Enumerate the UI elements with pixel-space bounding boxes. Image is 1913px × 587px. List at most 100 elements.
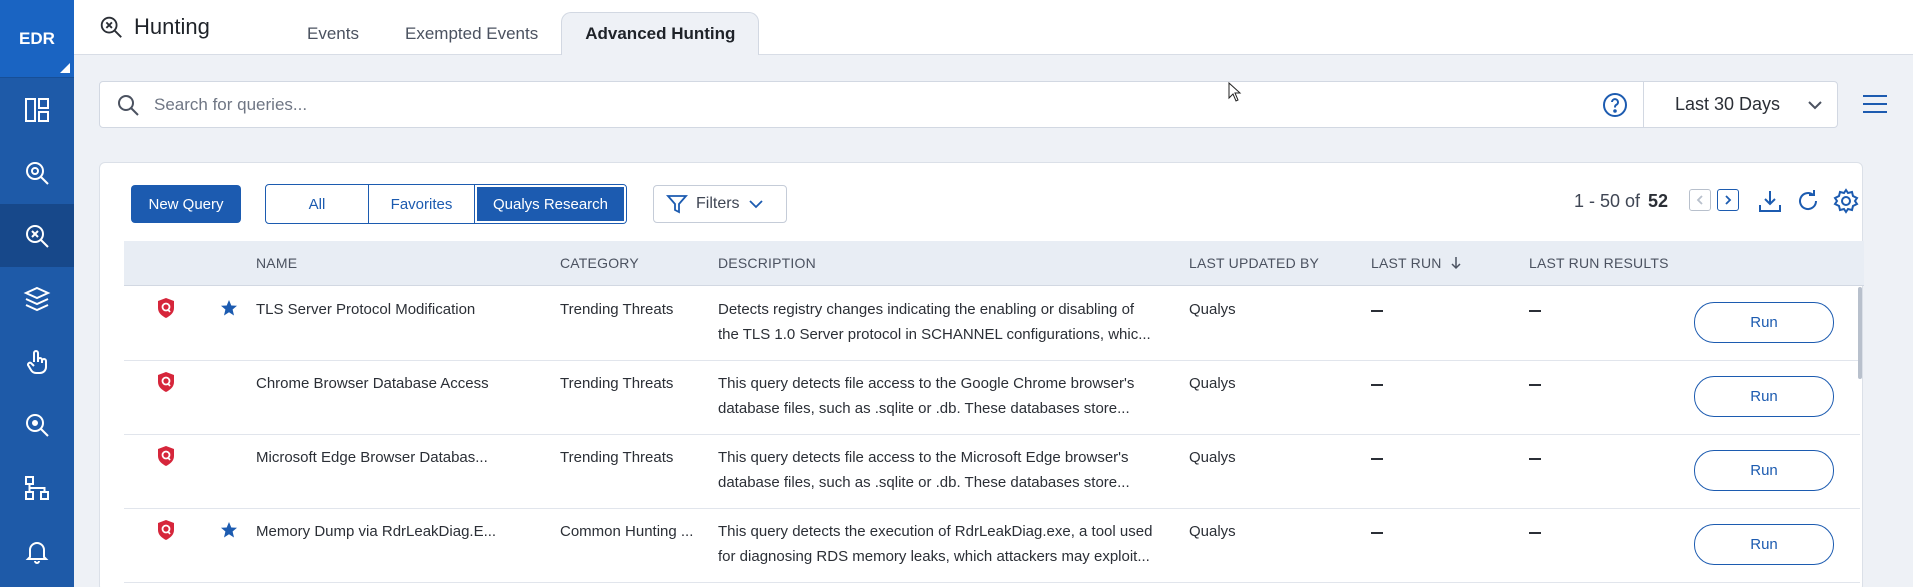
new-query-button[interactable]: New Query: [131, 185, 241, 223]
top-header: Hunting Events Exempted Events Advanced …: [74, 0, 1913, 55]
qualys-query-icon: [158, 298, 174, 318]
query-category: Common Hunting ...: [560, 523, 694, 540]
tab-advanced-hunting[interactable]: Advanced Hunting: [561, 12, 760, 55]
qualys-query-icon: [158, 446, 174, 466]
query-description-line: This query detects file access to the Go…: [718, 375, 1135, 392]
query-source-segmented-control: All Favorites Qualys Research: [265, 184, 627, 224]
query-description-line: This query detects file access to the Mi…: [718, 449, 1129, 466]
response-icon: [27, 349, 47, 374]
refresh-icon[interactable]: [1795, 188, 1821, 219]
run-query-button[interactable]: Run: [1694, 302, 1834, 343]
date-range-select[interactable]: Last 30 Days: [1643, 82, 1838, 127]
query-category: Trending Threats: [560, 375, 674, 392]
last-run-empty-dash: [1371, 458, 1383, 460]
query-updated-by: Qualys: [1189, 449, 1236, 466]
rail-item-response[interactable]: [0, 330, 74, 393]
last-run-results-empty-dash: [1529, 532, 1541, 534]
chevron-right-icon: [1725, 195, 1732, 205]
segment-all[interactable]: All: [266, 185, 369, 223]
query-name[interactable]: TLS Server Protocol Modification: [256, 297, 475, 322]
query-updated-by: Qualys: [1189, 301, 1236, 318]
table-row[interactable]: Chrome Browser Database Access Trending …: [124, 361, 1860, 435]
run-query-button[interactable]: Run: [1694, 524, 1834, 565]
tab-events[interactable]: Events: [284, 12, 382, 55]
rail-item-hierarchy[interactable]: [0, 456, 74, 519]
table-row[interactable]: TLS Server Protocol Modification Trendin…: [124, 287, 1860, 361]
rail-item-investigate[interactable]: [0, 141, 74, 204]
hunting-icon: [26, 224, 49, 248]
rail-item-notifications[interactable]: [0, 519, 74, 582]
hunting-title-icon: [100, 16, 122, 38]
bell-icon: [25, 541, 49, 564]
filters-label: Filters: [696, 195, 740, 212]
favorite-star-icon[interactable]: [220, 521, 238, 539]
table-row[interactable]: Microsoft Edge Browser Databas... Trendi…: [124, 435, 1860, 509]
next-page-button[interactable]: [1717, 189, 1739, 211]
query-search-bar: Last 30 Days: [99, 81, 1838, 128]
rail-item-threat-search[interactable]: [0, 393, 74, 456]
query-description-line: the TLS 1.0 Server protocol in SCHANNEL …: [718, 326, 1151, 343]
query-category: Trending Threats: [560, 449, 674, 466]
rail-item-assets[interactable]: [0, 267, 74, 330]
module-switch-corner-icon[interactable]: [60, 63, 70, 73]
column-header-last-run-label: LAST RUN: [1371, 255, 1442, 271]
hierarchy-icon: [25, 475, 49, 500]
settings-gear-icon[interactable]: [1833, 188, 1859, 219]
run-query-button[interactable]: Run: [1694, 376, 1834, 417]
query-description: Detects registry changes indicating the …: [718, 297, 1178, 347]
table-row[interactable]: Memory Dump via RdrLeakDiag.E... Common …: [124, 509, 1860, 583]
rail-item-dashboard[interactable]: [0, 78, 74, 141]
last-run-results-empty-dash: [1529, 310, 1541, 312]
threat-search-icon: [26, 413, 49, 437]
column-header-last-run[interactable]: LAST RUN: [1371, 255, 1462, 271]
help-icon[interactable]: [1602, 92, 1628, 123]
chevron-down-icon: [748, 200, 763, 209]
edr-logo[interactable]: EDR: [0, 0, 74, 78]
last-run-empty-dash: [1371, 310, 1383, 312]
left-nav-rail: EDR: [0, 0, 74, 587]
query-description-line: database files, such as .sqlite or .db. …: [718, 474, 1130, 491]
run-query-button[interactable]: Run: [1694, 450, 1834, 491]
query-name[interactable]: Chrome Browser Database Access: [256, 371, 489, 396]
table-header: NAME CATEGORY DESCRIPTION LAST UPDATED B…: [124, 241, 1864, 286]
sort-descending-arrow-icon: [1451, 257, 1461, 270]
table-scrollbar[interactable]: [1858, 287, 1862, 379]
segment-favorites[interactable]: Favorites: [369, 185, 475, 223]
previous-page-button[interactable]: [1689, 189, 1711, 211]
pagination-range: 1 - 50 of: [1574, 191, 1641, 211]
column-header-description[interactable]: DESCRIPTION: [718, 255, 816, 271]
last-run-results-empty-dash: [1529, 384, 1541, 386]
query-updated-by: Qualys: [1189, 523, 1236, 540]
column-header-last-updated-by[interactable]: LAST UPDATED BY: [1189, 255, 1319, 271]
query-description-line: database files, such as .sqlite or .db. …: [718, 400, 1130, 417]
qualys-query-icon: [158, 372, 174, 392]
column-header-category[interactable]: CATEGORY: [560, 255, 639, 271]
query-name[interactable]: Memory Dump via RdrLeakDiag.E...: [256, 519, 496, 544]
edr-logo-text: EDR: [19, 28, 55, 48]
rail-item-hunting[interactable]: [0, 204, 74, 267]
pagination-total: 52: [1648, 191, 1669, 211]
chevron-left-icon: [1696, 195, 1703, 205]
investigate-icon: [26, 161, 49, 185]
filter-icon: [666, 195, 688, 214]
query-name[interactable]: Microsoft Edge Browser Databas...: [256, 445, 488, 470]
queries-card: New Query All Favorites Qualys Research …: [99, 162, 1864, 587]
last-run-empty-dash: [1371, 384, 1383, 386]
download-icon[interactable]: [1757, 188, 1783, 219]
hamburger-menu-icon[interactable]: [1862, 92, 1888, 121]
qualys-query-icon: [158, 520, 174, 540]
favorite-star-icon[interactable]: [220, 299, 238, 317]
column-header-name[interactable]: NAME: [256, 255, 297, 271]
filters-button[interactable]: Filters: [653, 185, 787, 223]
query-description-line: This query detects the execution of RdrL…: [718, 523, 1153, 540]
mouse-cursor-icon: [1228, 82, 1242, 102]
last-run-empty-dash: [1371, 532, 1383, 534]
date-range-value: Last 30 Days: [1675, 94, 1781, 114]
assets-icon: [23, 286, 51, 311]
query-description: This query detects the execution of RdrL…: [718, 519, 1178, 569]
segment-qualys-research[interactable]: Qualys Research: [475, 185, 626, 223]
pagination-summary: 1 - 50 of 52: [1574, 191, 1668, 212]
column-header-last-run-results[interactable]: LAST RUN RESULTS: [1529, 255, 1669, 271]
search-input[interactable]: [154, 82, 1674, 127]
tab-exempted-events[interactable]: Exempted Events: [382, 12, 561, 55]
